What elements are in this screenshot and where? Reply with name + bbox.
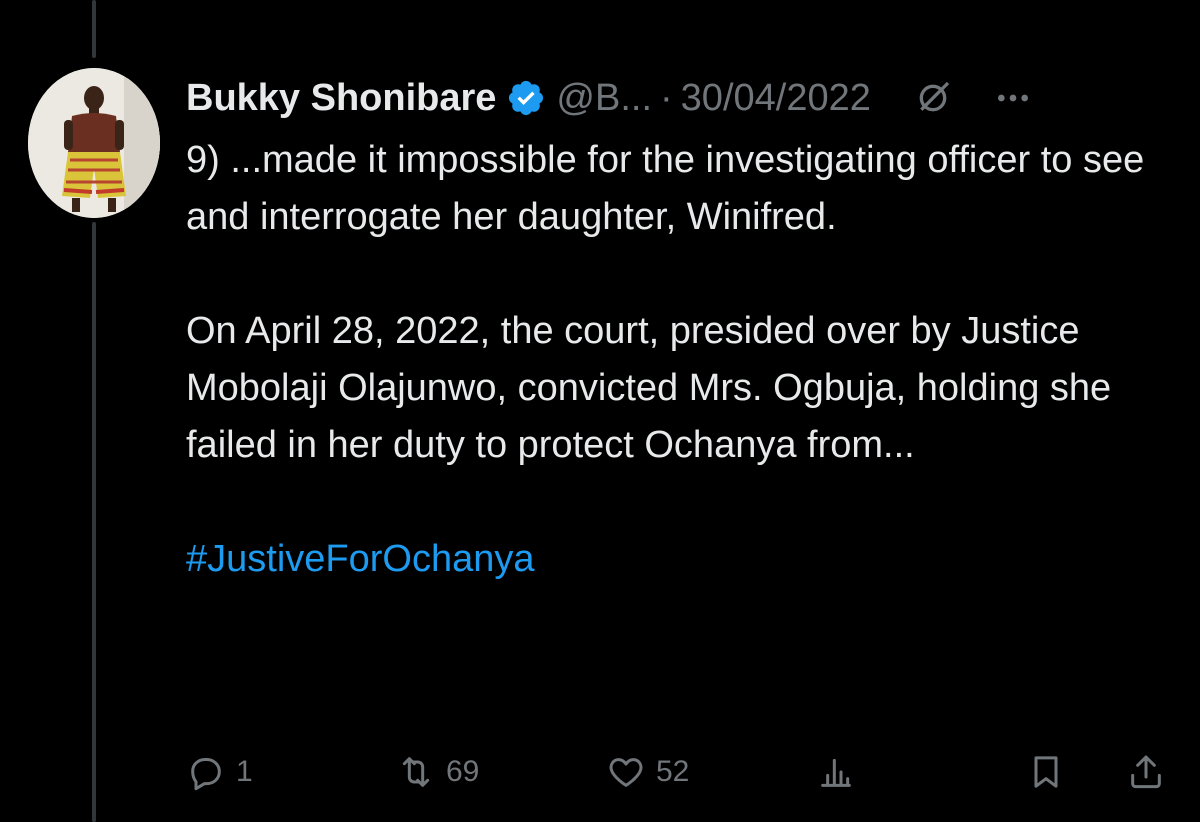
- bookmark-button[interactable]: [1026, 742, 1066, 802]
- share-button[interactable]: [1126, 742, 1166, 802]
- like-count: 52: [656, 755, 690, 788]
- avatar[interactable]: [28, 68, 160, 218]
- tweet-paragraph: On April 28, 2022, the court, presided o…: [186, 310, 1112, 466]
- repost-button[interactable]: 69: [396, 742, 479, 802]
- heart-icon: [609, 758, 643, 787]
- bookmark-icon: [1034, 756, 1058, 788]
- verified-badge-icon: [509, 80, 544, 116]
- tweet-spacer: [186, 474, 1176, 531]
- thread-line-top: [92, 0, 96, 58]
- more-button[interactable]: [991, 76, 1035, 120]
- reply-icon: [191, 758, 221, 791]
- action-bar: 1 69 52: [186, 742, 1176, 802]
- tweet-spacer: [186, 246, 1176, 303]
- repost-count: 69: [446, 755, 480, 788]
- views-button[interactable]: [816, 742, 856, 802]
- thread-line-bottom: [92, 222, 96, 822]
- reply-count: 1: [236, 755, 253, 788]
- repost-icon: [402, 757, 430, 787]
- views-icon: [821, 758, 851, 787]
- tweet-date[interactable]: 30/04/2022: [681, 77, 871, 120]
- reply-button[interactable]: 1: [186, 742, 253, 802]
- hashtag-link[interactable]: #JustiveForOchanya: [186, 538, 535, 580]
- more-icon: [997, 94, 1028, 102]
- avatar-photo: [28, 68, 160, 218]
- grok-icon: [919, 81, 950, 112]
- author-handle[interactable]: @B...: [556, 77, 652, 120]
- header-separator: ·: [660, 76, 673, 119]
- tweet-body: 9) ...made it impossible for the investi…: [186, 132, 1176, 588]
- share-icon: [1131, 755, 1161, 789]
- tweet-paragraph: 9) ...made it impossible for the investi…: [186, 139, 1145, 238]
- like-button[interactable]: 52: [606, 742, 689, 802]
- tweet-header: Bukky Shonibare @B... · 30/04/2022: [186, 72, 1180, 124]
- grok-button[interactable]: [911, 76, 955, 120]
- author-name[interactable]: Bukky Shonibare: [186, 77, 496, 120]
